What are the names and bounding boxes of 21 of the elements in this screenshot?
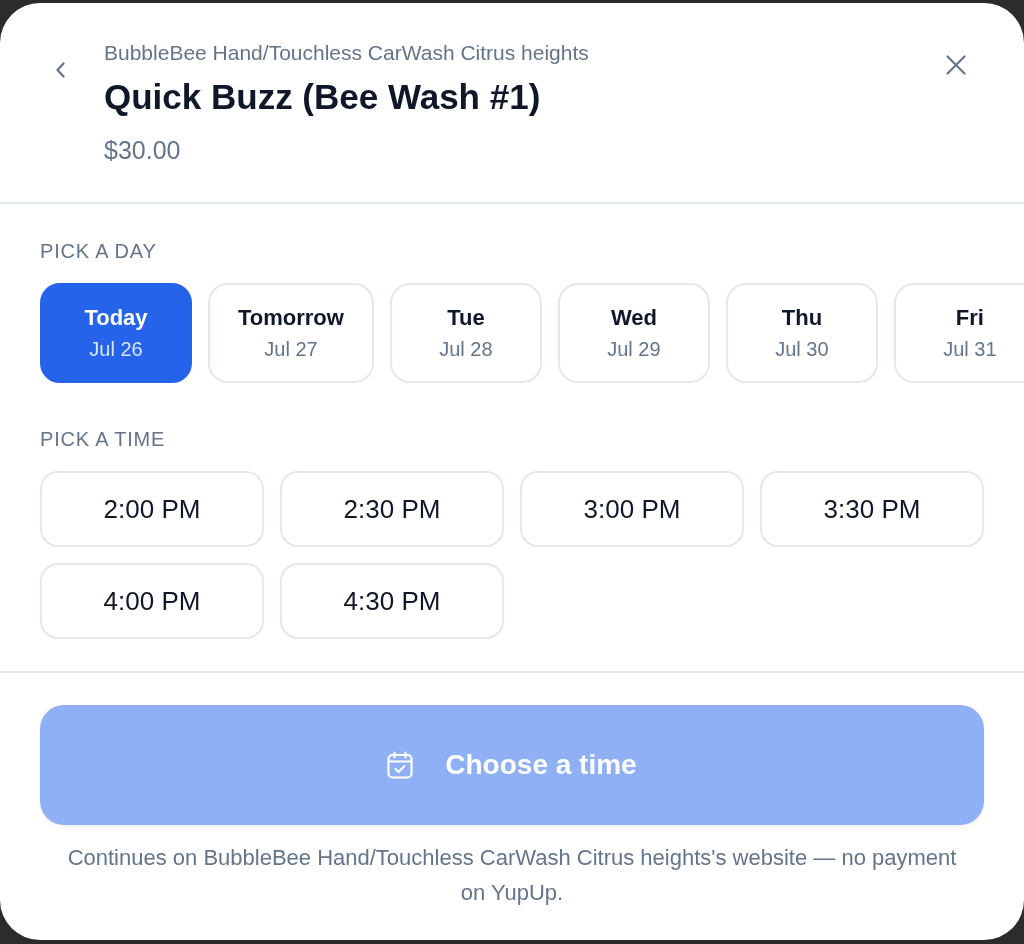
day-option[interactable]: Fri Jul 31 bbox=[893, 283, 1024, 383]
calendar-check-icon bbox=[387, 751, 414, 779]
day-option[interactable]: Tue Jul 28 bbox=[389, 283, 542, 383]
section-label: PICK A DAY bbox=[40, 239, 158, 264]
time-slot[interactable]: 2:30 PM bbox=[280, 471, 504, 547]
time-slot[interactable]: 4:00 PM bbox=[40, 563, 264, 639]
chevron-left-icon bbox=[55, 62, 65, 78]
section-label: PICK A TIME bbox=[40, 427, 167, 452]
time-slot[interactable]: 3:00 PM bbox=[520, 471, 744, 547]
service-title: Quick Buzz (Bee Wash #1) bbox=[104, 77, 542, 117]
day-option[interactable]: Thu Jul 30 bbox=[725, 283, 878, 383]
day-option[interactable]: Today Jul 26 bbox=[40, 283, 192, 383]
service-price: $30.00 bbox=[104, 135, 182, 166]
time-slot[interactable]: 2:00 PM bbox=[40, 471, 264, 547]
day-option[interactable]: Tomorrow Jul 27 bbox=[208, 283, 374, 383]
close-icon bbox=[946, 55, 966, 75]
business-name: BubbleBee Hand/Touchless CarWash Citrus heights bbox=[104, 40, 590, 66]
footnote-text: Continues on BubbleBee Hand/Touchless CarWash Citrus heights's website — no payment on YupUp. bbox=[66, 844, 958, 907]
time-slot[interactable]: 4:30 PM bbox=[280, 563, 504, 639]
day-option[interactable]: Wed Jul 29 bbox=[557, 283, 710, 383]
time-slot[interactable]: 3:30 PM bbox=[760, 471, 984, 547]
